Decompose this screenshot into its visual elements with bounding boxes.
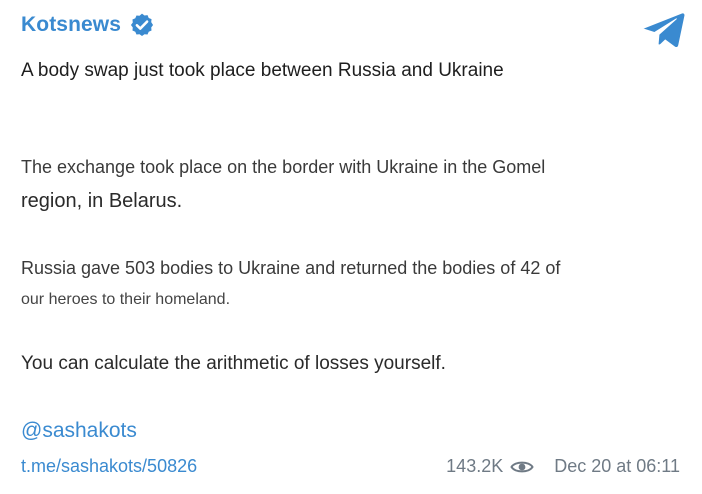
post-permalink[interactable]: t.me/sashakots/50826	[21, 456, 197, 477]
channel-name[interactable]: Kotsnews	[21, 13, 121, 37]
post-paragraph-3-line-2: our heroes to their homeland.	[21, 291, 231, 308]
post-meta: 143.2K Dec 20 at 06:11	[446, 456, 680, 477]
post-paragraph-1: A body swap just took place between Russ…	[21, 60, 504, 81]
telegram-post-card: Kotsnews A body swap just took place bet…	[0, 0, 702, 494]
post-paragraph-2-line-2: region, in Belarus.	[21, 190, 183, 212]
view-count: 143.2K	[446, 456, 504, 476]
channel-header: Kotsnews	[21, 12, 155, 38]
post-paragraph-3-line-1: Russia gave 503 bodies to Ukraine and re…	[21, 258, 561, 278]
post-paragraph-4: You can calculate the arithmetic of loss…	[21, 353, 446, 374]
post-date: Dec 20 at 06:11	[554, 456, 680, 476]
mention-link[interactable]: @sashakots	[21, 419, 137, 443]
telegram-plane-icon[interactable]	[642, 10, 686, 50]
eye-icon	[510, 461, 534, 472]
verified-badge-icon	[130, 13, 154, 37]
post-paragraph-2-line-1: The exchange took place on the border wi…	[21, 157, 546, 177]
